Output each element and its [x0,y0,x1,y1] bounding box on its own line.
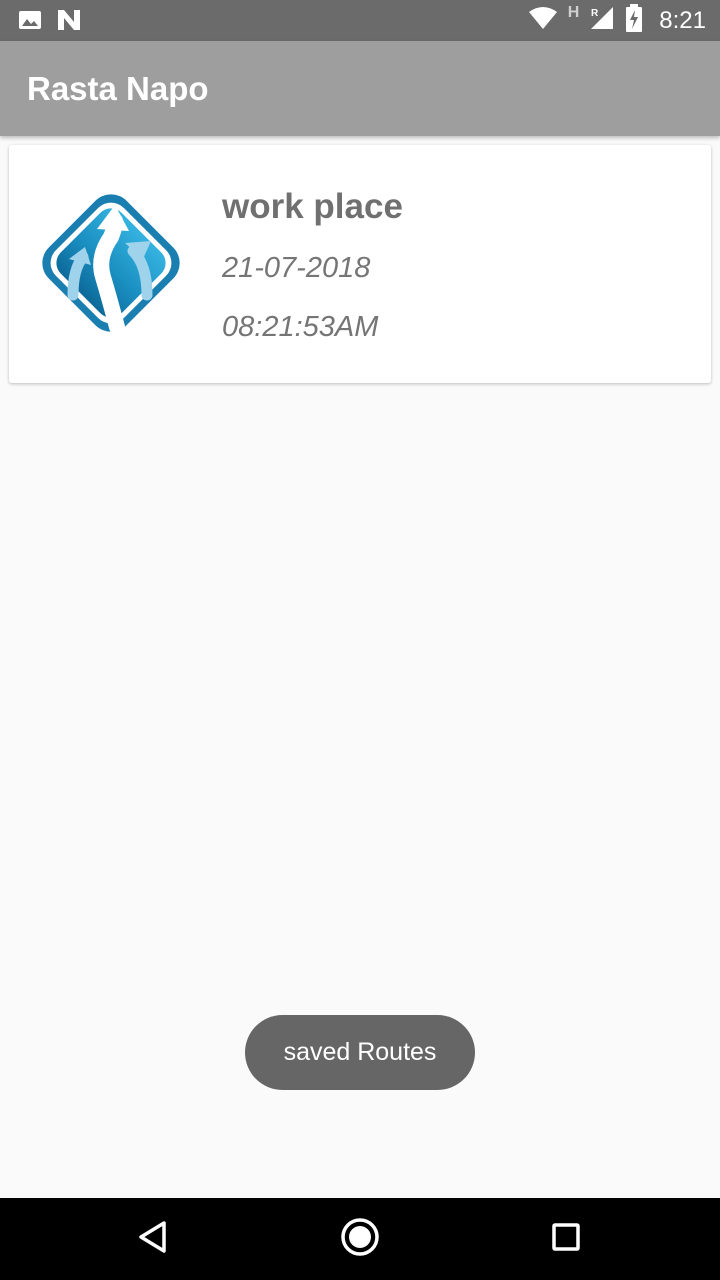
app-title: Rasta Napo [27,70,209,107]
recents-icon [551,1222,581,1257]
back-button[interactable] [93,1198,213,1280]
svg-text:R: R [591,8,599,19]
image-icon [18,8,42,37]
wifi-icon [528,6,558,35]
status-time: 8:21 [659,6,706,34]
roaming-indicator: H [567,3,580,21]
home-button[interactable] [300,1198,420,1280]
battery-charging-icon [625,4,643,37]
route-card[interactable]: work place 21-07-2018 08:21:53AM [9,145,711,383]
back-icon [137,1220,169,1259]
home-icon [340,1217,380,1262]
status-bar-left [18,8,82,37]
status-bar: H R 8:21 [0,0,720,41]
route-logo-icon [25,177,197,349]
route-date: 21-07-2018 [222,252,371,284]
app-bar: Rasta Napo [0,41,720,136]
signal-icon: R [589,5,615,36]
status-bar-right: H R 8:21 [528,0,706,41]
navigation-bar [0,1198,720,1280]
recents-button[interactable] [506,1198,626,1280]
n-icon [56,8,82,37]
route-name: work place [222,187,403,226]
screen: H R 8:21 Rasta Napo work place 21-07-201… [0,0,720,1280]
toast-message: saved Routes [245,1015,475,1090]
route-time: 08:21:53AM [222,311,379,343]
